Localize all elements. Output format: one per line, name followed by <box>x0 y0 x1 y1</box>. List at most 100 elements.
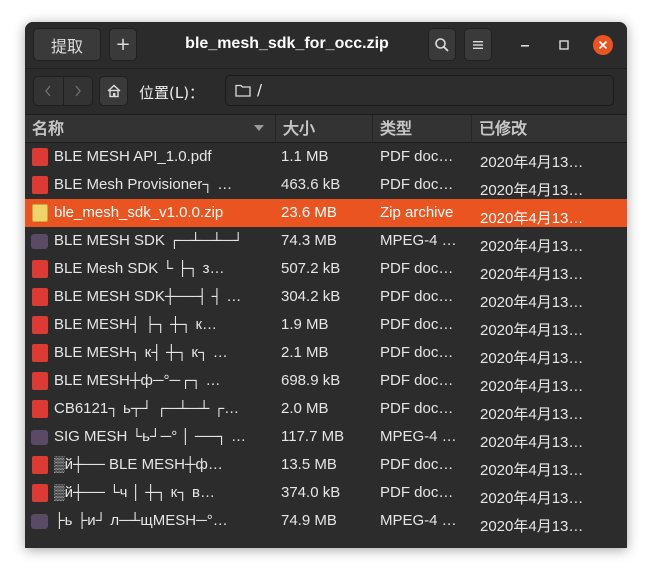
location-toolbar: 位置(L)： / <box>25 69 627 114</box>
pdf-file-icon <box>32 316 48 334</box>
file-size: 74.9 MB <box>281 512 337 529</box>
chevron-right-icon <box>75 85 81 97</box>
file-size: 1.9 MB <box>281 316 329 333</box>
folder-icon <box>235 84 251 97</box>
search-icon <box>435 37 449 52</box>
column-header-modified[interactable]: 已修改 <box>472 115 627 142</box>
file-name: SIG MESH └ь┘─° │ ──┐ … <box>54 428 246 445</box>
extract-button[interactable]: 提取 <box>33 28 101 61</box>
pdf-file-icon <box>32 260 48 278</box>
title-bar: 提取 + ble_mesh_sdk_for_occ.zip <box>25 22 627 69</box>
maximize-icon[interactable] <box>555 36 573 54</box>
file-size: 23.6 MB <box>281 204 337 221</box>
file-modified: 2020年4月13… <box>480 462 584 479</box>
file-size: 2.0 MB <box>281 400 329 417</box>
file-row[interactable]: ├ь ├и┘ л─┴щMESH─°… 74.9 MB MPEG-4 … 2020年4月… <box>25 507 627 535</box>
close-icon <box>598 40 608 50</box>
archive-manager-window: 提取 + ble_mesh_sdk_for_occ.zip 位置(L)： / 名… <box>25 22 627 548</box>
file-type: PDF doc… <box>380 316 454 333</box>
close-button[interactable] <box>593 35 613 55</box>
home-button[interactable] <box>99 76 128 106</box>
pdf-file-icon <box>32 288 48 306</box>
menu-button[interactable] <box>464 28 492 61</box>
file-row[interactable]: BLE MESH API_1.0.pdf 1.1 MB PDF doc… 2020年4… <box>25 143 627 171</box>
file-row[interactable]: ▒й┼── └ч │ ┼┐ к┐ в… 374.0 kB PDF doc… 2020年… <box>25 479 627 507</box>
file-row[interactable]: BLE MESH SDK┼──┤ ┤ … 304.2 kB PDF doc… 2020… <box>25 283 627 311</box>
file-row[interactable]: BLE MESH SDK ┌─┴─┴─┘ 74.3 MB MPEG-4 … 2020年… <box>25 227 627 255</box>
hamburger-menu-icon <box>473 40 483 49</box>
file-modified: 2020年4月13… <box>480 210 584 227</box>
file-row[interactable]: ble_mesh_sdk_v1.0.0.zip 23.6 MB Zip archiv… <box>25 199 627 227</box>
video-file-icon <box>31 234 48 249</box>
file-type: PDF doc… <box>380 176 454 193</box>
file-size: 13.5 MB <box>281 456 337 473</box>
column-header-type[interactable]: 类型 <box>373 115 472 142</box>
file-name: ▒й┼── BLE MESH┼ф… <box>54 456 223 473</box>
file-type: PDF doc… <box>380 372 454 389</box>
search-button[interactable] <box>428 28 456 61</box>
column-header: 名称 大小 类型 已修改 <box>25 114 627 143</box>
file-name: ▒й┼── └ч │ ┼┐ к┐ в… <box>54 484 215 501</box>
file-modified: 2020年4月13… <box>480 406 584 423</box>
file-name: ble_mesh_sdk_v1.0.0.zip <box>54 204 224 221</box>
location-label: 位置(L)： <box>139 84 205 102</box>
file-type: MPEG-4 … <box>380 428 457 445</box>
location-path: / <box>257 81 263 99</box>
file-modified: 2020年4月13… <box>480 266 584 283</box>
minimize-icon[interactable] <box>516 36 534 54</box>
file-modified: 2020年4月13… <box>480 490 584 507</box>
file-type: PDF doc… <box>380 484 454 501</box>
file-name: BLE Mesh SDK └ ├┐ з… <box>54 260 225 277</box>
file-size: 117.7 MB <box>281 428 345 445</box>
file-name: BLE MESH┼ф─°─┌┐ … <box>54 372 221 389</box>
chevron-left-icon <box>45 85 51 97</box>
file-size: 2.1 MB <box>281 344 329 361</box>
location-path-field[interactable]: / <box>225 75 614 106</box>
pdf-file-icon <box>32 148 48 166</box>
column-header-name[interactable]: 名称 <box>25 115 276 142</box>
add-files-button[interactable]: + <box>109 28 137 61</box>
window-title: ble_mesh_sdk_for_occ.zip <box>185 35 389 52</box>
file-type: PDF doc… <box>380 456 454 473</box>
file-name: CB6121┐ ь┬┘ ┌─┴─┴ ┌… <box>54 400 240 417</box>
file-size: 1.1 MB <box>281 148 329 165</box>
file-type: MPEG-4 … <box>380 232 457 249</box>
file-row[interactable]: SIG MESH └ь┘─° │ ──┐ … 117.7 MB MPEG-4 … 20… <box>25 423 627 451</box>
file-size: 507.2 kB <box>281 260 341 277</box>
pdf-file-icon <box>32 344 48 362</box>
file-row[interactable]: CB6121┐ ь┬┘ ┌─┴─┴ ┌… 2.0 MB PDF doc… 2020年4… <box>25 395 627 423</box>
file-name: BLE Mesh Provisioner┐ … <box>54 176 233 193</box>
pdf-file-icon <box>32 484 48 502</box>
file-type: PDF doc… <box>380 344 454 361</box>
file-modified: 2020年4月13… <box>480 182 584 199</box>
file-name: BLE MESH SDK┼──┤ ┤ … <box>54 288 242 305</box>
column-header-size[interactable]: 大小 <box>276 115 373 142</box>
pdf-file-icon <box>32 400 48 418</box>
file-size: 374.0 kB <box>281 484 341 501</box>
sort-descending-icon <box>254 125 264 131</box>
file-name: BLE MESH API_1.0.pdf <box>54 148 212 165</box>
pdf-file-icon <box>32 176 48 194</box>
file-row[interactable]: BLE Mesh SDK └ ├┐ з… 507.2 kB PDF doc… 2020… <box>25 255 627 283</box>
file-modified: 2020年4月13… <box>480 154 584 171</box>
file-type: PDF doc… <box>380 400 454 417</box>
home-icon <box>107 84 120 98</box>
file-modified: 2020年4月13… <box>480 294 584 311</box>
file-row[interactable]: BLE Mesh Provisioner┐ … 463.6 kB PDF doc… 2… <box>25 171 627 199</box>
file-size: 698.9 kB <box>281 372 341 389</box>
forward-button[interactable] <box>64 77 93 105</box>
file-row[interactable]: BLE MESH┤ ├┐ ┼┐ к… 1.9 MB PDF doc… 2020年4月1… <box>25 311 627 339</box>
file-size: 74.3 MB <box>281 232 337 249</box>
file-name: BLE MESH┤ ├┐ ┼┐ к… <box>54 316 218 333</box>
file-name: BLE MESH┐ к┤ ┼┐ к┐ … <box>54 344 228 361</box>
pdf-file-icon <box>32 456 48 474</box>
file-size: 304.2 kB <box>281 288 341 305</box>
back-button[interactable] <box>34 77 64 105</box>
file-row[interactable]: BLE MESH┼ф─°─┌┐ … 698.9 kB PDF doc… 2020年4月… <box>25 367 627 395</box>
video-file-icon <box>31 514 48 529</box>
file-name: BLE MESH SDK ┌─┴─┴─┘ <box>54 232 244 249</box>
file-row[interactable]: BLE MESH┐ к┤ ┼┐ к┐ … 2.1 MB PDF doc… 2020年4… <box>25 339 627 367</box>
file-modified: 2020年4月13… <box>480 518 584 535</box>
file-row[interactable]: ▒й┼── BLE MESH┼ф… 13.5 MB PDF doc… 2020年4月1… <box>25 451 627 479</box>
file-modified: 2020年4月13… <box>480 378 584 395</box>
